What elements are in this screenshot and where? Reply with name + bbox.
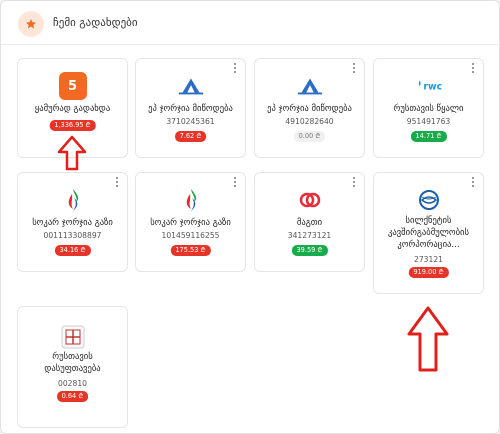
card-name: სოკარ ჯორჯია გაზი [32, 218, 113, 228]
card-name: ეპ ჯორჯია მიწოდება [267, 104, 352, 114]
star-icon [18, 11, 44, 37]
more-options-icon[interactable] [116, 177, 120, 187]
up-arrow-icon [407, 306, 449, 372]
more-options-icon[interactable] [353, 63, 357, 73]
amount-badge: 919.00 ₾ [408, 267, 449, 278]
card-name: სილქნეტის კავშირგაბმულობის კორპორაცია... [388, 216, 469, 250]
card-rustavi-cleaning[interactable]: რუსთავის დასუფთავება 002810 0.64 ₾ [17, 306, 128, 428]
more-options-icon[interactable] [472, 177, 476, 187]
amount-badge: 7.62 ₾ [174, 131, 207, 142]
card-socar-1[interactable]: სოკარ ჯორჯია გაზი 001113308897 34.16 ₾ [17, 172, 128, 272]
epg-logo [296, 72, 324, 100]
amount-badge: 0.64 ₾ [56, 391, 89, 402]
card-name: ეპ ჯორჯია მიწოდება [148, 104, 233, 114]
account-number: 101459116255 [161, 231, 220, 240]
card-epg-1[interactable]: ეპ ჯორჯია მიწოდება 3710245361 7.62 ₾ [135, 58, 246, 158]
socar-logo [59, 186, 87, 214]
account-number: 951491763 [406, 117, 451, 126]
card-rustavi-water[interactable]: rwc რუსთავის წყალი 951491763 14.71 ₾ [373, 58, 484, 158]
card-name: რუსთავის წყალი [393, 104, 464, 114]
card-name: ყამურად გადახდა [34, 104, 111, 114]
amount-badge: 1,336.95 ₾ [49, 120, 96, 131]
account-number: 341273121 [287, 231, 332, 240]
account-number: 001113308897 [43, 231, 102, 240]
amount-badge: 0.00 ₾ [293, 131, 326, 142]
account-number: 4910282640 [285, 117, 334, 126]
card-silknet[interactable]: სილქნეტის კავშირგაბმულობის კორპორაცია...… [373, 172, 484, 294]
card-magti[interactable]: მაგთი 341273121 39.59 ₾ [254, 172, 365, 272]
amount-badge: 175.53 ₾ [170, 245, 211, 256]
account-number: 3710245361 [166, 117, 215, 126]
account-number: 002810 [58, 379, 87, 388]
more-options-icon[interactable] [234, 177, 238, 187]
rwc-logo: rwc [415, 72, 443, 100]
more-options-icon[interactable] [234, 63, 238, 73]
number-tile: 5 [58, 72, 87, 100]
magti-logo [296, 186, 324, 214]
amount-badge: 39.59 ₾ [291, 245, 328, 256]
card-name: რუსთავის დასუფთავება [44, 352, 101, 374]
more-options-icon[interactable] [353, 177, 357, 187]
svg-text:rwc: rwc [423, 82, 442, 93]
account-number: 273121 [414, 255, 443, 264]
epg-logo [177, 72, 205, 100]
rustavi-cleaning-logo [59, 323, 87, 351]
more-options-icon[interactable] [472, 63, 476, 73]
panel-header: ჩემი გადახდები [1, 1, 500, 45]
payments-panel: ჩემი გადახდები 5 ყამურად გადახდა 1,336.9… [0, 0, 500, 434]
silknet-logo [415, 186, 443, 214]
amount-badge: 14.71 ₾ [410, 131, 447, 142]
socar-logo [177, 186, 205, 214]
card-name: სოკარ ჯორჯია გაზი [150, 218, 231, 228]
amount-badge: 34.16 ₾ [54, 245, 91, 256]
page-title: ჩემი გადახდები [53, 16, 138, 29]
up-arrow-icon [57, 135, 87, 171]
card-epg-2[interactable]: ეპ ჯორჯია მიწოდება 4910282640 0.00 ₾ [254, 58, 365, 158]
card-name: მაგთი [296, 218, 323, 228]
card-socar-2[interactable]: სოკარ ჯორჯია გაზი 101459116255 175.53 ₾ [135, 172, 246, 272]
